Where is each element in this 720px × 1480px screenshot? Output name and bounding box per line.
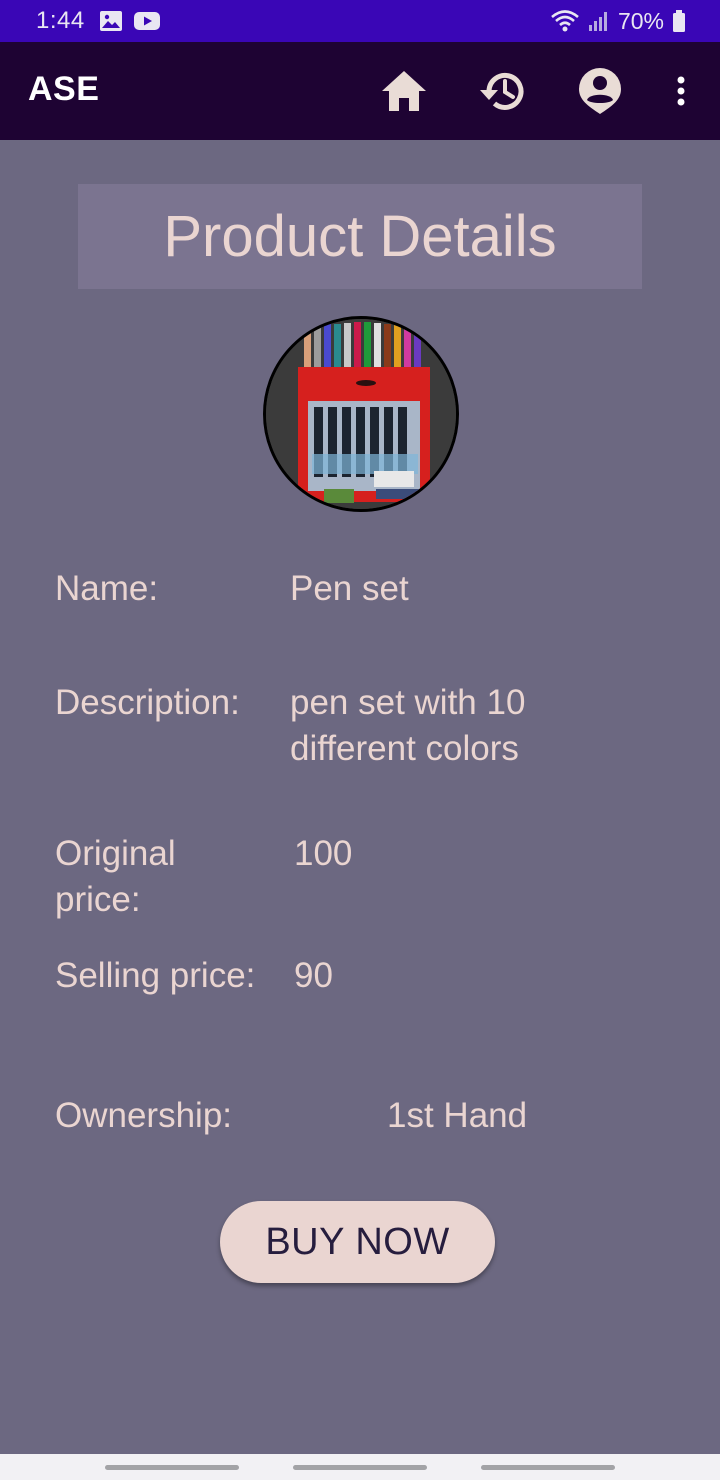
- nav-recents-handle[interactable]: [105, 1465, 239, 1470]
- status-notification-icons: [99, 10, 161, 32]
- battery-icon: [673, 10, 685, 32]
- status-bar: 1:44 70%: [0, 0, 720, 42]
- description-value-line2: different colors: [290, 729, 519, 768]
- selling-price-label: Selling price:: [55, 956, 256, 995]
- original-price-label-line2: price:: [55, 880, 141, 919]
- home-button[interactable]: [379, 66, 429, 116]
- page-title-box: Product Details: [78, 184, 642, 289]
- app-bar: ASE: [0, 42, 720, 140]
- pen-set-photo: [266, 319, 456, 509]
- wifi-icon: [551, 10, 579, 32]
- nav-home-handle[interactable]: [293, 1465, 427, 1470]
- name-label: Name:: [55, 569, 159, 608]
- original-price-label-line1: Original: [55, 834, 176, 873]
- ownership-label: Ownership:: [55, 1096, 233, 1135]
- account-button[interactable]: [575, 66, 625, 116]
- signal-icon: [588, 12, 607, 31]
- original-price-value: 100: [294, 834, 353, 873]
- app-title: ASE: [28, 70, 100, 108]
- youtube-icon: [133, 12, 160, 30]
- image-icon: [99, 11, 122, 31]
- name-value: Pen set: [290, 569, 409, 608]
- history-icon: [480, 72, 524, 110]
- status-right: 70%: [550, 8, 686, 35]
- selling-price-value: 90: [294, 956, 333, 995]
- buy-now-button[interactable]: BUY NOW: [220, 1201, 495, 1283]
- description-label: Description:: [55, 683, 240, 722]
- account-icon: [579, 68, 621, 114]
- ownership-value: 1st Hand: [387, 1096, 528, 1135]
- system-nav-bar: [0, 1454, 720, 1480]
- more-options-button[interactable]: [656, 66, 706, 116]
- description-value-line1: pen set with 10: [290, 683, 526, 722]
- page-title: Product Details: [163, 204, 557, 269]
- product-image: [263, 316, 459, 512]
- nav-back-handle[interactable]: [481, 1465, 615, 1470]
- home-icon: [382, 71, 426, 111]
- status-time: 1:44: [36, 7, 85, 34]
- battery-percent: 70%: [617, 7, 664, 34]
- history-button[interactable]: [476, 66, 526, 116]
- more-vert-icon: [677, 76, 685, 106]
